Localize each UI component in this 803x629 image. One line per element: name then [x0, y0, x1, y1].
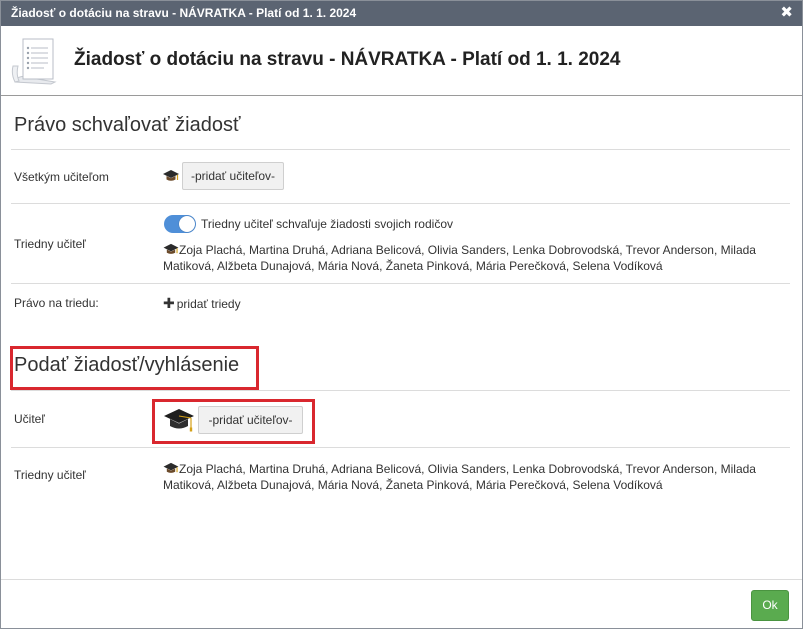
divider [11, 283, 790, 284]
graduation-cap-icon [164, 409, 194, 432]
class-right-label: Právo na triedu: [14, 296, 99, 310]
all-teachers-label: Všetkým učiteľom [14, 170, 109, 184]
names-text: Zoja Plachá, Martina Druhá, Adriana Beli… [163, 243, 756, 273]
add-class-link[interactable]: ✚ pridať triedy [163, 295, 241, 312]
add-teachers-button[interactable]: -pridať učiteľov- [198, 406, 303, 434]
graduation-cap-icon [163, 243, 179, 254]
dialog: Žiadosť o dotáciu na stravu - NÁVRATKA -… [0, 0, 803, 629]
class-teacher-label: Triedny učiteľ [14, 237, 86, 251]
highlight-box [10, 346, 259, 390]
approve-toggle[interactable] [164, 215, 196, 233]
document-icon [11, 38, 57, 85]
divider [11, 390, 790, 391]
section-title-approve: Právo schvaľovať žiadosť [14, 114, 241, 136]
graduation-cap-icon [163, 462, 179, 473]
close-icon[interactable]: ✖ [780, 4, 793, 22]
footer-divider [1, 579, 802, 580]
toggle-label: Triedny učiteľ schvaľuje žiadosti svojic… [201, 217, 453, 231]
graduation-cap-icon [163, 170, 179, 181]
class-teacher-names: Zoja Plachá, Martina Druhá, Adriana Beli… [163, 461, 773, 493]
page-title: Žiadosť o dotáciu na stravu - NÁVRATKA -… [74, 49, 621, 70]
toggle-knob [179, 216, 195, 232]
dialog-header: Žiadosť o dotáciu na stravu - NÁVRATKA -… [1, 26, 802, 96]
names-text: Zoja Plachá, Martina Druhá, Adriana Beli… [163, 462, 756, 492]
class-teacher-label: Triedny učiteľ [14, 468, 86, 482]
divider [11, 149, 790, 150]
divider [11, 203, 790, 204]
add-class-text: pridať triedy [176, 297, 241, 311]
ok-button[interactable]: Ok [751, 590, 789, 621]
titlebar[interactable]: Žiadosť o dotáciu na stravu - NÁVRATKA -… [1, 1, 802, 26]
add-teachers-button[interactable]: -pridať učiteľov- [182, 162, 285, 190]
teacher-label: Učiteľ [14, 412, 45, 426]
divider [11, 447, 790, 448]
window-title: Žiadosť o dotáciu na stravu - NÁVRATKA -… [11, 6, 357, 20]
plus-icon: ✚ [163, 295, 175, 311]
class-teacher-names: Zoja Plachá, Martina Druhá, Adriana Beli… [163, 242, 773, 274]
